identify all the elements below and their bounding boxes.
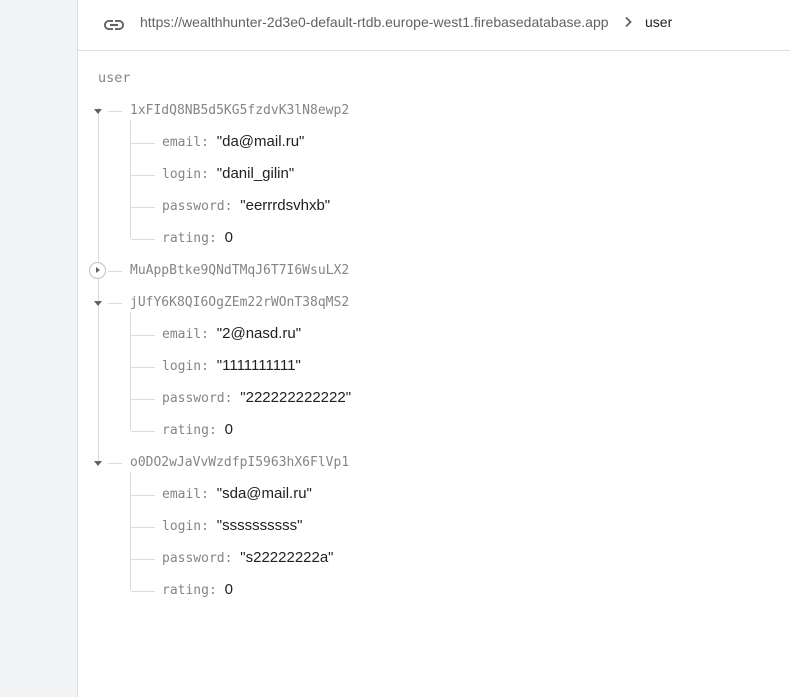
field-key: password — [162, 551, 225, 566]
field-password[interactable]: password: "s22222222a" — [162, 549, 334, 568]
field-login[interactable]: login: "danil_gilin" — [162, 165, 294, 184]
field-key: login — [162, 519, 202, 534]
field-separator: : — [201, 167, 217, 182]
tree-branch-line — [108, 271, 122, 272]
child-trunk-line — [130, 312, 131, 431]
field-key: rating — [162, 231, 209, 246]
collapse-arrow-icon[interactable] — [94, 301, 102, 306]
node-key[interactable]: 1xFIdQ8NB5d5KG5fzdvK3lN8ewp2 — [130, 103, 349, 119]
node-key[interactable]: jUfY6K8QI6OgZEm22rWOnT38qMS2 — [130, 295, 349, 311]
field-separator: : — [208, 423, 225, 438]
tree-branch-line — [131, 431, 155, 432]
tree-branch-line — [131, 335, 155, 336]
tree-branch-line — [131, 367, 155, 368]
field-separator: : — [201, 519, 217, 534]
breadcrumb-current-path[interactable]: user — [645, 13, 672, 31]
field-key: password — [162, 199, 225, 214]
tree-branch-line — [131, 239, 155, 240]
field-value: "sda@mail.ru" — [216, 485, 312, 502]
field-separator: : — [201, 327, 217, 342]
tree-branch-line — [131, 495, 155, 496]
tree-trunk-line — [98, 107, 99, 463]
tree-branch-line — [131, 399, 155, 400]
field-password[interactable]: password: "222222222222" — [162, 389, 351, 408]
tree-branch-line — [108, 463, 122, 464]
field-value: "1111111111" — [216, 357, 301, 374]
child-trunk-line — [130, 472, 131, 591]
field-rating[interactable]: rating: 0 — [162, 229, 233, 248]
collapse-arrow-icon[interactable] — [94, 461, 102, 466]
expand-arrow-icon[interactable] — [89, 262, 106, 279]
collapse-arrow-icon[interactable] — [94, 109, 102, 114]
database-url-link[interactable]: https://wealthhunter-2d3e0-default-rtdb.… — [140, 13, 609, 31]
field-key: login — [162, 167, 202, 182]
field-key: password — [162, 391, 225, 406]
tree-branch-line — [131, 175, 155, 176]
field-key: rating — [162, 583, 209, 598]
field-separator: : — [201, 135, 217, 150]
field-key: rating — [162, 423, 209, 438]
tree-branch-line — [108, 111, 122, 112]
database-tree: user 1xFIdQ8NB5d5KG5fzdvK3lN8ewp2 email:… — [78, 51, 790, 697]
child-trunk-line — [130, 120, 131, 239]
link-icon[interactable] — [102, 13, 126, 37]
field-separator: : — [201, 487, 217, 502]
field-value: "da@mail.ru" — [216, 133, 305, 150]
field-value: 0 — [224, 581, 233, 598]
tree-branch-line — [131, 207, 155, 208]
field-separator: : — [208, 231, 225, 246]
field-value: 0 — [224, 421, 233, 438]
node-key[interactable]: o0DO2wJaVvWzdfpI5963hX6FlVp1 — [130, 455, 349, 471]
field-rating[interactable]: rating: 0 — [162, 421, 233, 440]
field-password[interactable]: password: "eerrrdsvhxb" — [162, 197, 330, 216]
field-key: email — [162, 487, 202, 502]
field-value: "222222222222" — [240, 389, 352, 406]
tree-branch-line — [131, 591, 155, 592]
field-separator: : — [224, 199, 241, 214]
field-separator: : — [224, 551, 241, 566]
database-url-bar: https://wealthhunter-2d3e0-default-rtdb.… — [78, 0, 790, 51]
chevron-right-icon — [620, 14, 636, 30]
field-email[interactable]: email: "sda@mail.ru" — [162, 485, 312, 504]
tree-branch-line — [131, 143, 155, 144]
field-value: "ssssssssss" — [216, 517, 303, 534]
node-key[interactable]: MuAppBtke9QNdTMqJ6T7I6WsuLX2 — [130, 263, 349, 279]
field-key: login — [162, 359, 202, 374]
field-value: "s22222222a" — [240, 549, 334, 566]
field-key: email — [162, 135, 202, 150]
field-value: "eerrrdsvhxb" — [240, 197, 331, 214]
left-sidebar-rail — [0, 0, 78, 697]
field-email[interactable]: email: "da@mail.ru" — [162, 133, 304, 152]
root-node-key[interactable]: user — [98, 70, 131, 86]
field-key: email — [162, 327, 202, 342]
tree-branch-line — [131, 527, 155, 528]
field-login[interactable]: login: "ssssssssss" — [162, 517, 302, 536]
field-value: "2@nasd.ru" — [216, 325, 302, 342]
field-separator: : — [224, 391, 241, 406]
field-value: "danil_gilin" — [216, 165, 295, 182]
tree-branch-line — [131, 559, 155, 560]
field-login[interactable]: login: "1111111111" — [162, 357, 301, 376]
field-separator: : — [201, 359, 217, 374]
field-separator: : — [208, 583, 225, 598]
field-value: 0 — [224, 229, 233, 246]
tree-branch-line — [108, 303, 122, 304]
field-rating[interactable]: rating: 0 — [162, 581, 233, 600]
field-email[interactable]: email: "2@nasd.ru" — [162, 325, 301, 344]
